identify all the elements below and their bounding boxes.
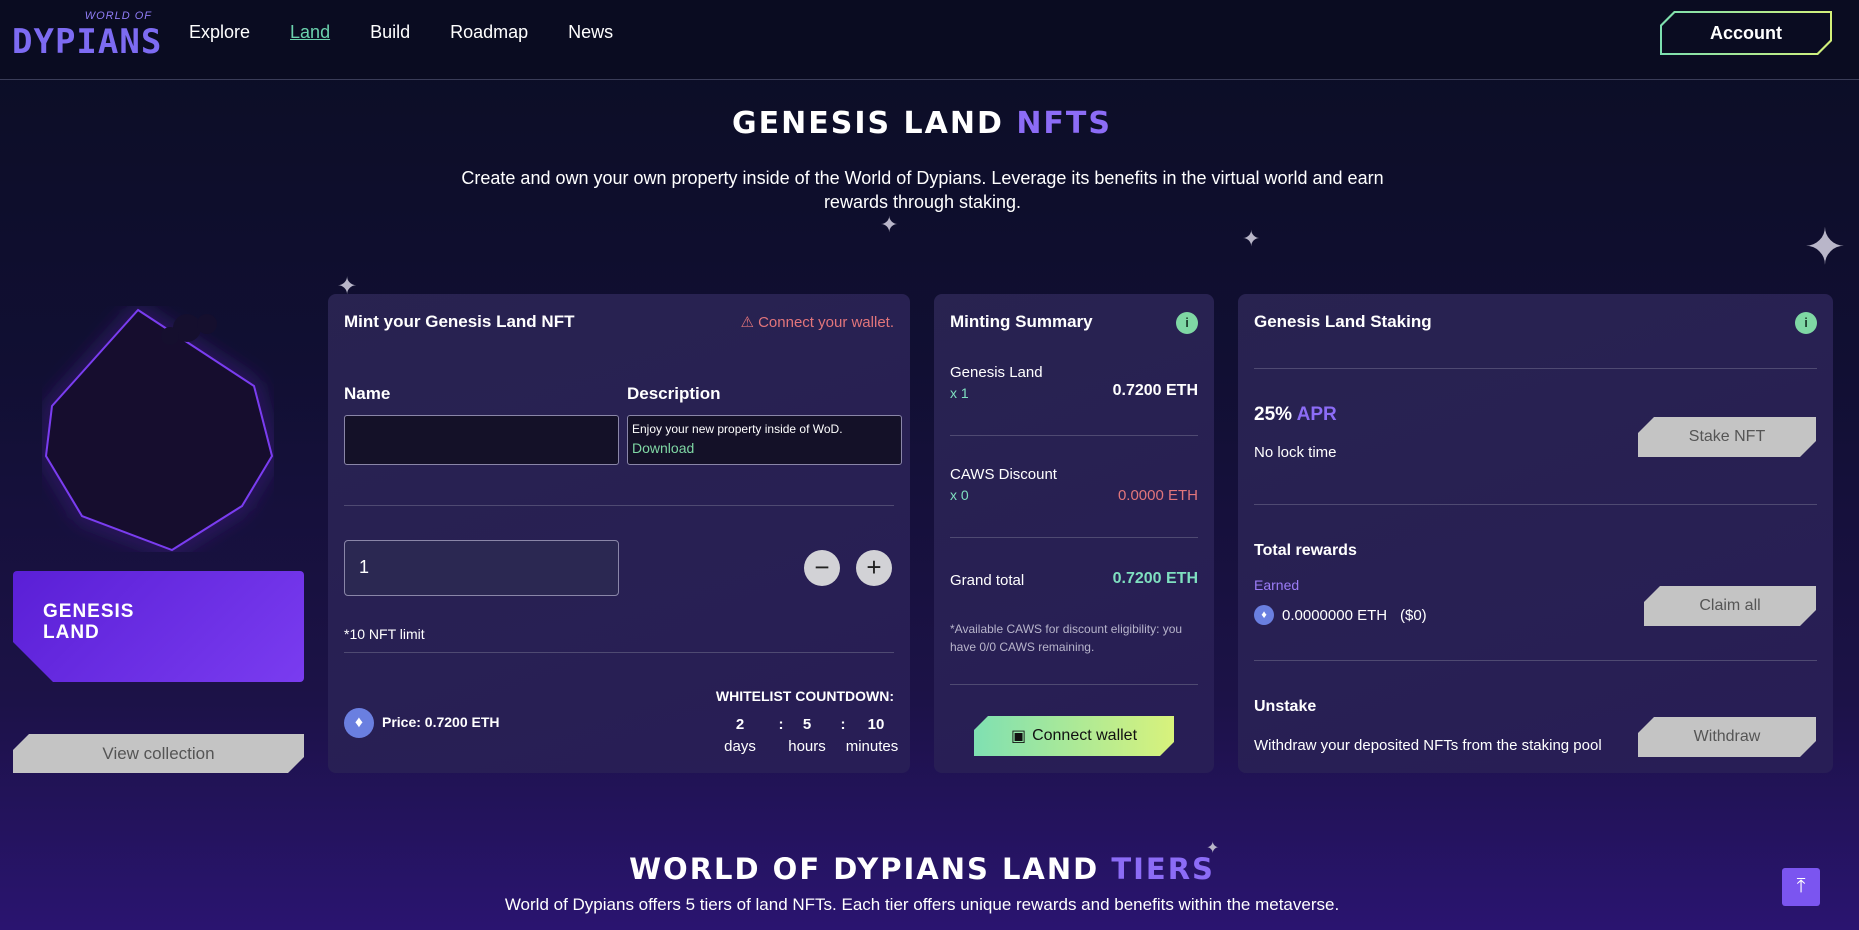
unstake-title: Unstake: [1254, 698, 1317, 715]
apr-label: APR: [1296, 404, 1337, 425]
divider: [950, 537, 1198, 538]
divider: [1254, 504, 1817, 505]
apr-display: 25% APR: [1254, 404, 1337, 426]
top-header: WORLD OF DYPIANS Explore Land Build Road…: [0, 0, 1859, 80]
page-title: GENESIS LAND NFTS: [0, 106, 1844, 141]
divider: [344, 505, 894, 506]
countdown-minutes: 10: [867, 716, 885, 733]
apr-value: 25%: [1254, 404, 1297, 425]
description-text: Enjoy your new property inside of WoD.: [632, 422, 843, 436]
withdraw-button[interactable]: Withdraw: [1638, 717, 1816, 757]
title-main: GENESIS LAND: [732, 106, 1017, 141]
summary-caws-label: CAWS Discount: [950, 466, 1057, 483]
logo-main-text: DYPIANS: [12, 22, 163, 62]
summary-caws-qty: x 0: [950, 487, 969, 503]
divider: [950, 435, 1198, 436]
increase-quantity-button[interactable]: +: [856, 550, 892, 586]
logo[interactable]: WORLD OF DYPIANS: [12, 10, 161, 62]
logo-small-text: WORLD OF: [84, 10, 152, 22]
genesis-land-tile[interactable]: GENESIS LAND: [13, 571, 304, 682]
summary-genesis-value: 0.7200 ETH: [1112, 382, 1198, 399]
countdown-separator: :: [778, 716, 784, 733]
mint-price: Price: 0.7200 ETH: [382, 714, 500, 730]
countdown-hours: 5: [802, 716, 812, 733]
eth-icon: ♦: [344, 708, 374, 738]
title-accent: NFTS: [1016, 106, 1112, 141]
sparkle-icon: ✦: [880, 212, 899, 237]
description-box: Enjoy your new property inside of WoD. D…: [627, 415, 902, 465]
countdown-separator: :: [840, 716, 846, 733]
mint-card: Mint your Genesis Land NFT ⚠ Connect you…: [328, 294, 910, 773]
grand-total-value: 0.7200 ETH: [1112, 570, 1198, 587]
mint-card-title: Mint your Genesis Land NFT: [344, 312, 575, 331]
whitelist-countdown-title: WHITELIST COUNTDOWN:: [715, 688, 894, 704]
total-rewards-title: Total rewards: [1254, 542, 1357, 559]
earned-usd: ($0): [1400, 607, 1427, 624]
stake-nft-button[interactable]: Stake NFT: [1638, 417, 1816, 457]
sparkle-icon: ✦: [1804, 219, 1846, 275]
info-icon[interactable]: i: [1176, 312, 1198, 334]
nav-build[interactable]: Build: [370, 22, 410, 43]
tiers-title: WORLD OF DYPIANS LAND TIERS: [0, 852, 1844, 886]
countdown-hours-unit: hours: [788, 738, 826, 755]
tiers-title-accent: TIERS: [1111, 852, 1215, 886]
scroll-to-top-button[interactable]: ⤒: [1782, 868, 1820, 906]
unstake-description: Withdraw your deposited NFTs from the st…: [1254, 737, 1602, 754]
caws-note: *Available CAWS for discount eligibility…: [950, 622, 1183, 654]
nav-explore[interactable]: Explore: [189, 22, 250, 43]
staking-card: Genesis Land Staking i 25% APR No lock t…: [1238, 294, 1833, 773]
connect-wallet-label: Connect wallet: [1032, 727, 1138, 744]
name-label: Name: [344, 384, 391, 403]
summary-caws-value: 0.0000 ETH: [1117, 487, 1198, 504]
grand-total-label: Grand total: [950, 572, 1025, 589]
summary-genesis-label: Genesis Land: [950, 364, 1043, 381]
nft-limit-note: *10 NFT limit: [344, 626, 425, 642]
tiers-title-main: WORLD OF DYPIANS LAND: [629, 852, 1112, 886]
connect-wallet-button[interactable]: ▣ Connect wallet: [974, 716, 1174, 756]
divider: [344, 652, 894, 653]
main-nav: Explore Land Build Roadmap News: [189, 22, 613, 43]
wallet-icon: ▣: [1010, 728, 1027, 745]
earned-value: 0.0000000 ETH: [1282, 607, 1388, 624]
genesis-land-label: GENESIS LAND: [43, 601, 135, 643]
wallet-warning: ⚠ Connect your wallet.: [740, 313, 894, 331]
countdown-days-unit: days: [724, 738, 756, 755]
earned-label: Earned: [1254, 577, 1300, 593]
tiers-subtitle: World of Dypians offers 5 tiers of land …: [504, 895, 1340, 914]
divider: [1254, 368, 1817, 369]
info-icon[interactable]: i: [1795, 312, 1817, 334]
arrow-up-icon: ⤒: [1796, 875, 1806, 897]
eth-icon: ♦: [1254, 605, 1274, 625]
summary-genesis-qty: x 1: [950, 385, 969, 401]
divider: [1254, 660, 1817, 661]
download-link[interactable]: Download: [632, 439, 897, 458]
decrease-quantity-button[interactable]: −: [804, 550, 840, 586]
staking-title: Genesis Land Staking: [1254, 312, 1432, 331]
countdown-days: 2: [735, 716, 745, 733]
description-label: Description: [627, 384, 721, 403]
land-illustration: [42, 306, 274, 552]
countdown-minutes-unit: minutes: [845, 738, 899, 755]
view-collection-button[interactable]: View collection: [13, 734, 304, 773]
page-subtitle: Create and own your own property inside …: [461, 168, 1384, 212]
account-button[interactable]: Account: [1662, 13, 1830, 53]
name-input[interactable]: [344, 415, 619, 465]
claim-all-button[interactable]: Claim all: [1644, 586, 1816, 626]
summary-title: Minting Summary: [950, 312, 1093, 331]
minting-summary-card: Minting Summary i Genesis Land x 1 0.720…: [934, 294, 1214, 773]
warning-icon: ⚠: [740, 314, 754, 331]
wallet-warning-text: Connect your wallet.: [758, 314, 894, 331]
nav-land[interactable]: Land: [290, 22, 330, 43]
nav-roadmap[interactable]: Roadmap: [450, 22, 528, 43]
quantity-input[interactable]: 1: [344, 540, 619, 596]
divider: [950, 684, 1198, 685]
lock-time: No lock time: [1254, 444, 1337, 461]
nav-news[interactable]: News: [568, 22, 613, 43]
sparkle-icon: ✦: [1242, 226, 1261, 251]
